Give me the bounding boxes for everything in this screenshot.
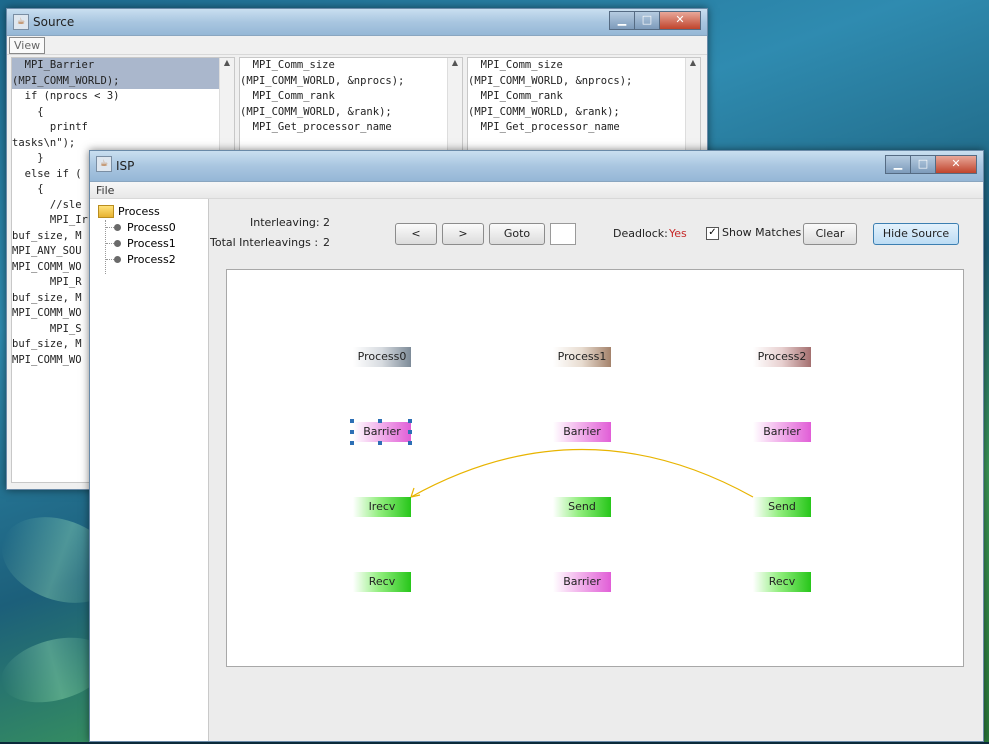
code-line: (MPI_COMM_WORLD, &nprocs); (468, 74, 633, 87)
main-panel: Interleaving: 2 Total Interleavings : 2 … (209, 199, 983, 741)
code-line: { (12, 105, 44, 118)
tree-root-process[interactable]: Process (98, 205, 160, 218)
source-menubar: View (7, 36, 707, 55)
source-window-title: Source (33, 15, 75, 29)
selection-handle[interactable] (378, 419, 382, 423)
hide-source-button[interactable]: Hide Source (873, 223, 959, 245)
selection-handle[interactable] (408, 430, 412, 434)
op-node-barrier[interactable]: Barrier (353, 422, 411, 442)
clear-button[interactable]: Clear (803, 223, 857, 245)
next-button[interactable]: > (442, 223, 484, 245)
code-line: (MPI_COMM_WORLD); (12, 73, 234, 89)
tree-connector (106, 227, 114, 228)
scroll-up-icon[interactable]: ▲ (448, 58, 462, 67)
tree-root-label: Process (118, 205, 160, 218)
total-interleavings-label: Total Interleavings : (210, 236, 319, 249)
close-icon[interactable]: ✕ (659, 11, 701, 30)
minimize-icon[interactable]: ▁ (885, 155, 911, 174)
code-line: MPI_Get_processor_name (240, 121, 392, 133)
tree-item-process1[interactable]: Process1 (106, 237, 176, 250)
window-controls: ▁ □ ✕ (885, 155, 977, 174)
isp-menubar: File (90, 182, 983, 199)
code-line: MPI_Get_processor_name (468, 121, 620, 133)
goto-button[interactable]: Goto (489, 223, 545, 245)
code-line: (MPI_COMM_WORLD, &nprocs); (240, 74, 405, 87)
code-line: (MPI_COMM_WORLD, &rank); (240, 105, 392, 118)
process-header-node[interactable]: Process1 (553, 347, 611, 367)
node-bullet-icon (114, 240, 121, 247)
selection-handle[interactable] (378, 441, 382, 445)
maximize-icon[interactable]: □ (910, 155, 936, 174)
tree-item-process0[interactable]: Process0 (106, 221, 176, 234)
interleaving-label: Interleaving: (250, 216, 320, 229)
process-header-node[interactable]: Process2 (753, 347, 811, 367)
tree-connector (106, 259, 114, 260)
match-arrow (410, 448, 754, 498)
code-line: if (nprocs < 3) (12, 90, 120, 102)
java-icon: ☕ (96, 156, 112, 172)
code-line: MPI_Comm_rank (468, 90, 563, 102)
total-interleavings-value: 2 (323, 236, 330, 249)
code-line: (MPI_COMM_WORLD, &rank); (468, 105, 620, 118)
code-line: tasks\n"); (12, 136, 76, 149)
window-controls: ▁ □ ✕ (609, 11, 701, 30)
op-node-recv[interactable]: Recv (753, 572, 811, 592)
minimize-icon[interactable]: ▁ (609, 11, 635, 30)
process-header-node[interactable]: Process0 (353, 347, 411, 367)
tree-item-label: Process0 (127, 221, 176, 234)
code-line: printf (12, 121, 88, 133)
tree-connector (105, 220, 106, 274)
code-line: MPI_Comm_size (468, 59, 563, 71)
selection-handle[interactable] (408, 441, 412, 445)
code-line: MPI_Barrier (12, 58, 234, 74)
tree-item-process2[interactable]: Process2 (106, 253, 176, 266)
maximize-icon[interactable]: □ (634, 11, 660, 30)
node-bullet-icon (114, 224, 121, 231)
isp-window-title: ISP (116, 159, 135, 173)
java-icon: ☕ (13, 14, 29, 30)
deadlock-label: Deadlock: (613, 227, 668, 240)
show-matches-checkbox[interactable]: ✓ (706, 227, 719, 240)
process-tree: Process Process0 Process1 Process2 (90, 199, 209, 741)
op-node-send[interactable]: Send (553, 497, 611, 517)
op-node-send[interactable]: Send (753, 497, 811, 517)
code-line: MPI_Comm_rank (240, 90, 335, 102)
show-matches-label: Show Matches (722, 226, 802, 239)
tree-item-label: Process1 (127, 237, 176, 250)
menu-view[interactable]: View (9, 37, 46, 54)
scroll-up-icon[interactable]: ▲ (686, 58, 700, 67)
code-line: MPI_Comm_size (240, 59, 335, 71)
tree-item-label: Process2 (127, 253, 176, 266)
folder-icon (98, 205, 114, 218)
op-node-barrier[interactable]: Barrier (553, 422, 611, 442)
isp-window: ☕ ISP ▁ □ ✕ File Process Process0 Proces… (89, 150, 984, 742)
scroll-up-icon[interactable]: ▲ (220, 58, 234, 67)
selection-handle[interactable] (408, 419, 412, 423)
selection-handle[interactable] (350, 430, 354, 434)
close-icon[interactable]: ✕ (935, 155, 977, 174)
op-node-recv[interactable]: Recv (353, 572, 411, 592)
op-node-barrier[interactable]: Barrier (753, 422, 811, 442)
interleaving-graph[interactable]: Process0 Barrier Irecv Recv Process1 Barrier S… (226, 269, 964, 667)
menu-file[interactable]: File (92, 183, 118, 198)
match-arrow-layer (410, 448, 754, 498)
interleaving-value: 2 (323, 216, 330, 229)
op-node-barrier[interactable]: Barrier (553, 572, 611, 592)
source-title-bar[interactable]: ☕ Source ▁ □ ✕ (7, 9, 707, 36)
selection-handle[interactable] (350, 419, 354, 423)
goto-input[interactable] (550, 223, 576, 245)
deadlock-value: Yes (669, 227, 687, 240)
node-bullet-icon (114, 256, 121, 263)
op-node-irecv[interactable]: Irecv (353, 497, 411, 517)
tree-connector (106, 243, 114, 244)
isp-title-bar[interactable]: ☕ ISP ▁ □ ✕ (90, 151, 983, 182)
prev-button[interactable]: < (395, 223, 437, 245)
selection-handle[interactable] (350, 441, 354, 445)
